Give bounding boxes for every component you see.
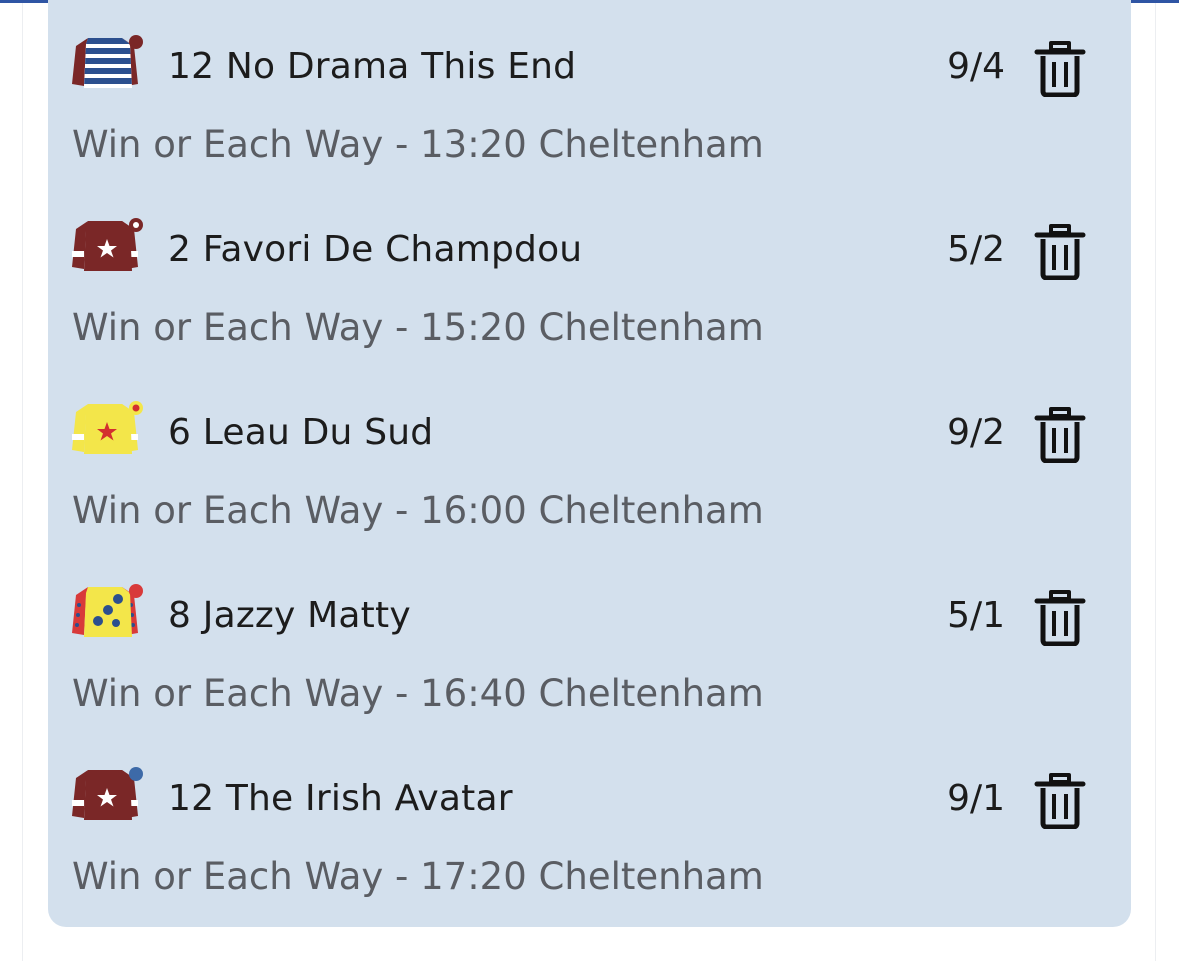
odds-value[interactable]: 9/2 <box>947 410 1005 456</box>
bet-row: 6 Leau Du Sud 9/2 Win or Each Way - 16:0… <box>48 372 1131 552</box>
maroon-star-silk-icon <box>70 217 146 277</box>
bet-row: 2 Favori De Champdou 5/2 Win or Each Way… <box>48 189 1131 369</box>
selection-name: 2 Favori De Champdou <box>168 229 583 270</box>
selection-name: 6 Leau Du Sud <box>168 412 434 453</box>
selection-name: 12 The Irish Avatar <box>168 778 513 819</box>
trash-icon[interactable] <box>1033 224 1087 281</box>
yellow-blue-spots-silk-icon <box>70 583 146 643</box>
blue-white-hooped-silk-icon <box>70 34 146 94</box>
trash-icon[interactable] <box>1033 773 1087 830</box>
market-description: Win or Each Way - 15:20 Cheltenham <box>72 306 764 349</box>
bet-row: 8 Jazzy Matty 5/1 Win or Each Way - 16:4… <box>48 555 1131 735</box>
odds-value[interactable]: 5/1 <box>947 593 1005 639</box>
odds-value[interactable]: 5/2 <box>947 227 1005 273</box>
odds-value[interactable]: 9/1 <box>947 776 1005 822</box>
trash-icon[interactable] <box>1033 407 1087 464</box>
panel-right-border <box>1155 3 1156 961</box>
selection-name: 12 No Drama This End <box>168 46 577 87</box>
yellow-red-star-silk-icon <box>70 400 146 460</box>
odds-value[interactable]: 9/4 <box>947 44 1005 90</box>
selection-name: 8 Jazzy Matty <box>168 595 411 636</box>
market-description: Win or Each Way - 17:20 Cheltenham <box>72 855 764 898</box>
bet-row: 12 No Drama This End 9/4 Win or Each Way… <box>48 6 1131 186</box>
trash-icon[interactable] <box>1033 41 1087 98</box>
market-description: Win or Each Way - 16:00 Cheltenham <box>72 489 764 532</box>
bet-row: 12 The Irish Avatar 9/1 Win or Each Way … <box>48 738 1131 918</box>
betslip-card: 12 No Drama This End 9/4 Win or Each Way… <box>48 0 1131 927</box>
market-description: Win or Each Way - 16:40 Cheltenham <box>72 672 764 715</box>
maroon-star-blue-cap-silk-icon <box>70 766 146 826</box>
market-description: Win or Each Way - 13:20 Cheltenham <box>72 123 764 166</box>
trash-icon[interactable] <box>1033 590 1087 647</box>
panel-left-border <box>22 3 23 961</box>
